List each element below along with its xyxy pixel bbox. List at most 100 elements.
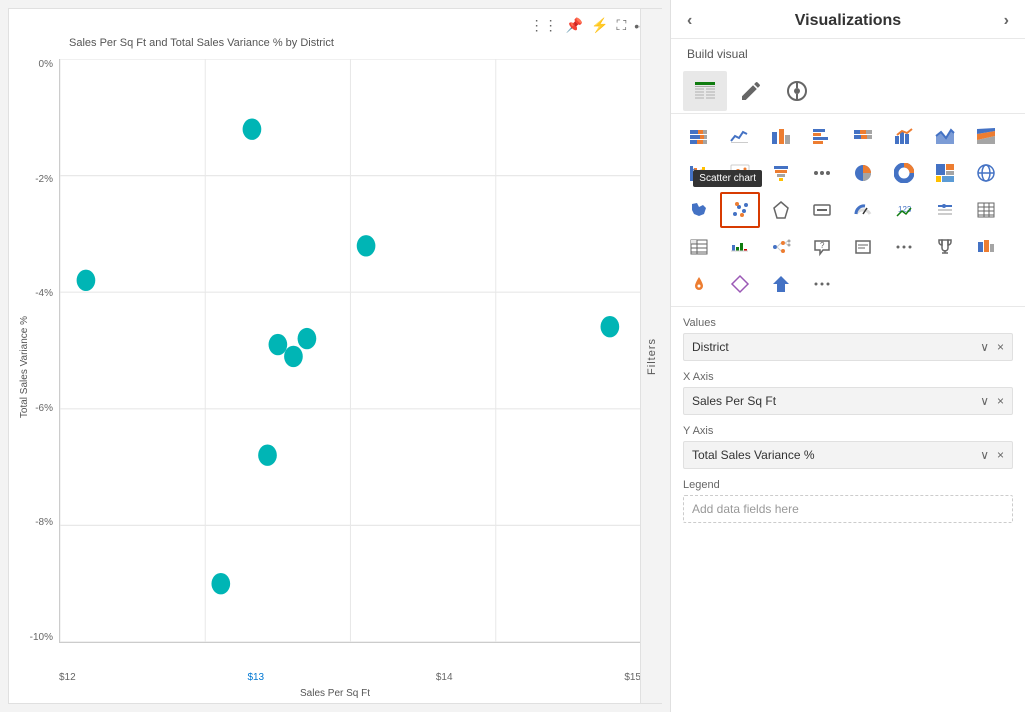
trophy-btn[interactable] xyxy=(925,229,965,265)
viz-top-row xyxy=(671,67,1025,114)
kpi-btn[interactable]: 123 xyxy=(884,192,924,228)
values-field[interactable]: District ∨ × xyxy=(683,333,1013,361)
format-icon xyxy=(739,79,763,103)
data-point[interactable] xyxy=(601,316,620,337)
values-chevron-icon[interactable]: ∨ xyxy=(980,340,989,354)
svg-text:?: ? xyxy=(820,241,825,250)
analytics-icon xyxy=(785,79,809,103)
xaxis-group: X Axis Sales Per Sq Ft ∨ × xyxy=(683,371,1013,415)
panel-collapse-left[interactable]: ‹ xyxy=(687,12,692,30)
scatter-chart-btn[interactable]: Scatter chart xyxy=(720,192,760,228)
smart-narrative-btn[interactable] xyxy=(843,229,883,265)
scatter3-btn[interactable] xyxy=(966,229,1006,265)
xaxis-label: X Axis xyxy=(683,371,1013,383)
move-icon[interactable]: ⋮⋮ xyxy=(530,17,558,34)
clustered-bar-btn[interactable] xyxy=(802,118,842,154)
area-chart-btn[interactable] xyxy=(925,118,965,154)
chart-area xyxy=(59,59,641,643)
arrows-btn[interactable] xyxy=(761,266,801,302)
yaxis-remove-icon[interactable]: × xyxy=(997,448,1004,462)
x-axis-labels: $12 $13 $14 $15 xyxy=(59,672,641,683)
panel-expand-right[interactable]: › xyxy=(1004,12,1009,30)
values-remove-icon[interactable]: × xyxy=(997,340,1004,354)
legend-group: Legend Add data fields here xyxy=(683,479,1013,523)
chart-toolbar: ⋮⋮ 📌 ⚡ ⛶ ••• xyxy=(522,13,657,38)
legend-placeholder[interactable]: Add data fields here xyxy=(683,495,1013,523)
chart-svg xyxy=(60,59,641,642)
funnel-chart-btn[interactable] xyxy=(761,155,801,191)
panel-title: Visualizations xyxy=(795,12,901,30)
filter-icon[interactable]: ⚡ xyxy=(591,17,608,34)
bar-chart-btn[interactable] xyxy=(761,118,801,154)
chart-panel: ⋮⋮ 📌 ⚡ ⛶ ••• Sales Per Sq Ft and Total S… xyxy=(8,8,662,704)
data-point[interactable] xyxy=(269,334,288,355)
x-label-13: $13 xyxy=(247,672,264,683)
pie-chart-btn[interactable] xyxy=(843,155,883,191)
viz-top-table-btn[interactable] xyxy=(683,71,727,111)
yaxis-field[interactable]: Total Sales Variance % ∨ × xyxy=(683,441,1013,469)
xaxis-remove-icon[interactable]: × xyxy=(997,394,1004,408)
pin-icon[interactable]: 📌 xyxy=(566,17,583,34)
viz-top-format-btn[interactable] xyxy=(729,71,773,111)
waterfall-btn[interactable] xyxy=(720,229,760,265)
scatter-icon xyxy=(730,200,750,220)
y-label-2: -2% xyxy=(35,174,53,185)
decomp-tree-btn[interactable] xyxy=(761,229,801,265)
card-btn[interactable] xyxy=(802,192,842,228)
y-label-0: 0% xyxy=(39,59,53,70)
viz-top-analytics-btn[interactable] xyxy=(775,71,819,111)
viz-icons-container: Scatter chart 123 xyxy=(671,114,1025,307)
right-panel: ‹ Visualizations › Build visual xyxy=(670,0,1025,712)
donut-chart-btn[interactable] xyxy=(884,155,924,191)
line-chart-btn[interactable] xyxy=(720,118,760,154)
data-point[interactable] xyxy=(211,573,230,594)
matrix-btn[interactable] xyxy=(679,229,719,265)
x-label-14: $14 xyxy=(436,672,453,683)
combo-chart-btn[interactable] xyxy=(884,118,924,154)
gauge-btn[interactable] xyxy=(843,192,883,228)
diamond-btn[interactable] xyxy=(720,266,760,302)
xaxis-field-icons: ∨ × xyxy=(980,394,1004,408)
filters-tab[interactable]: Filters xyxy=(640,9,662,703)
values-label: Values xyxy=(683,317,1013,329)
viz-icons-grid: Scatter chart 123 xyxy=(679,118,1017,302)
yaxis-group: Y Axis Total Sales Variance % ∨ × xyxy=(683,425,1013,469)
table-viz-btn[interactable] xyxy=(966,192,1006,228)
data-point[interactable] xyxy=(284,346,303,367)
yaxis-chevron-icon[interactable]: ∨ xyxy=(980,448,989,462)
globe-map-btn[interactable] xyxy=(966,155,1006,191)
data-point[interactable] xyxy=(77,270,96,291)
panel-header: ‹ Visualizations › xyxy=(671,0,1025,39)
xaxis-field[interactable]: Sales Per Sq Ft ∨ × xyxy=(683,387,1013,415)
more2-btn[interactable] xyxy=(802,266,842,302)
data-point[interactable] xyxy=(357,235,376,256)
xaxis-chevron-icon[interactable]: ∨ xyxy=(980,394,989,408)
scatter-chart-tooltip: Scatter chart xyxy=(693,170,762,187)
filled-map-btn[interactable] xyxy=(679,192,719,228)
chart-title: Sales Per Sq Ft and Total Sales Variance… xyxy=(69,37,334,49)
100pct-bar-btn[interactable] xyxy=(843,118,883,154)
data-point[interactable] xyxy=(298,328,317,349)
shape-map-btn[interactable] xyxy=(761,192,801,228)
filters-label: Filters xyxy=(646,338,658,375)
treemap-btn[interactable] xyxy=(925,155,965,191)
yaxis-label: Y Axis xyxy=(683,425,1013,437)
legend-label: Legend xyxy=(683,479,1013,491)
expand-icon[interactable]: ⛶ xyxy=(616,17,626,34)
map3-btn[interactable] xyxy=(679,266,719,302)
xaxis-field-text: Sales Per Sq Ft xyxy=(692,394,776,408)
x-label-15: $15 xyxy=(624,672,641,683)
x-label-12: $12 xyxy=(59,672,76,683)
table-rows-icon xyxy=(693,79,717,103)
y-label-6: -6% xyxy=(35,403,53,414)
data-point[interactable] xyxy=(243,118,262,139)
more-chart-btn[interactable] xyxy=(802,155,842,191)
stacked-bar-btn[interactable] xyxy=(679,118,719,154)
stacked-area-btn[interactable] xyxy=(966,118,1006,154)
values-field-text: District xyxy=(692,340,729,354)
build-visual-label: Build visual xyxy=(671,39,1025,67)
qna-btn[interactable]: ? xyxy=(802,229,842,265)
more-viz-btn[interactable] xyxy=(884,229,924,265)
slicer-btn[interactable] xyxy=(925,192,965,228)
data-point[interactable] xyxy=(258,444,277,465)
